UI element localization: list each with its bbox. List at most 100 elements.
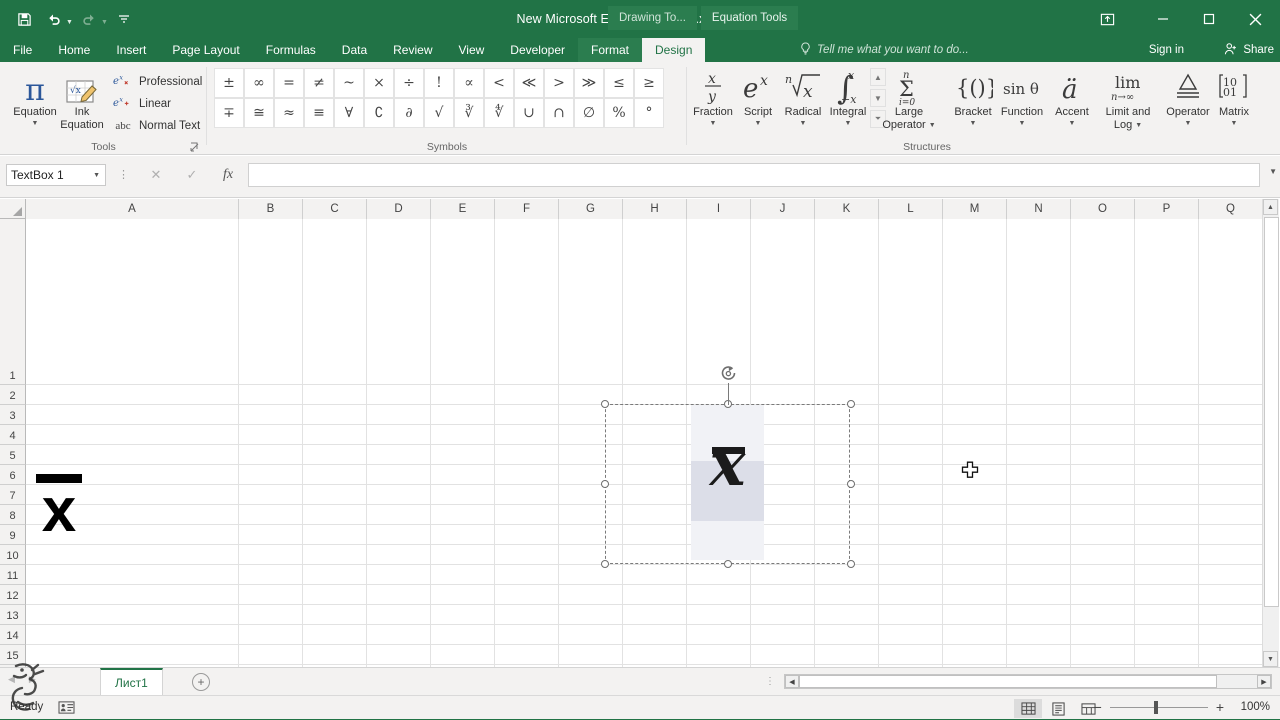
symbol-button-29[interactable]: ° bbox=[634, 98, 664, 128]
page-layout-view-button[interactable] bbox=[1044, 699, 1072, 718]
row-header-12[interactable]: 12 bbox=[0, 585, 26, 605]
cell-O3[interactable] bbox=[1071, 405, 1135, 425]
contextual-tab-drawing-tools[interactable]: Drawing To... bbox=[608, 6, 697, 30]
tab-design[interactable]: Design bbox=[642, 38, 706, 62]
horizontal-scroll-grip[interactable]: ⋮ bbox=[765, 676, 775, 687]
cell-E2[interactable] bbox=[431, 385, 495, 405]
tab-insert[interactable]: Insert bbox=[103, 38, 159, 62]
symbol-button-20[interactable]: ∁ bbox=[364, 98, 394, 128]
resize-handle-middle-right[interactable] bbox=[847, 480, 855, 488]
cell-F5[interactable] bbox=[495, 445, 559, 465]
symbol-button-2[interactable]: = bbox=[274, 68, 304, 98]
zoom-slider-thumb[interactable] bbox=[1153, 700, 1158, 714]
cell-J11[interactable] bbox=[751, 565, 815, 585]
cell-C5[interactable] bbox=[303, 445, 367, 465]
cell-B5[interactable] bbox=[239, 445, 303, 465]
cell-P7[interactable] bbox=[1135, 485, 1199, 505]
cell-B2[interactable] bbox=[239, 385, 303, 405]
limit-and-log-button[interactable]: lim n→∞ Limit and Log ▼ bbox=[1095, 66, 1161, 132]
symbol-button-17[interactable]: ≈ bbox=[274, 98, 304, 128]
cell-K11[interactable] bbox=[815, 565, 879, 585]
integral-button[interactable]: ∫ x −x Integral ▼ bbox=[820, 66, 876, 129]
cell-J2[interactable] bbox=[751, 385, 815, 405]
resize-handle-bottom-center[interactable] bbox=[724, 560, 732, 568]
limit-and-log-dropdown-caret[interactable]: ▼ bbox=[1135, 122, 1142, 130]
fraction-button[interactable]: xy Fraction ▼ bbox=[687, 66, 739, 129]
select-all-corner[interactable] bbox=[0, 199, 26, 219]
cell-C2[interactable] bbox=[303, 385, 367, 405]
cell-C14[interactable] bbox=[303, 625, 367, 645]
cell-G13[interactable] bbox=[559, 605, 623, 625]
symbol-button-12[interactable]: ≫ bbox=[574, 68, 604, 98]
column-header-E[interactable]: E bbox=[431, 199, 495, 219]
row-header-14[interactable]: 14 bbox=[0, 625, 26, 645]
tab-page-layout[interactable]: Page Layout bbox=[159, 38, 252, 62]
confirm-formula-icon[interactable]: ✓ bbox=[174, 164, 210, 186]
cell-G15[interactable] bbox=[559, 645, 623, 665]
bracket-dropdown-caret[interactable]: ▼ bbox=[970, 120, 977, 128]
cell-I11[interactable] bbox=[687, 565, 751, 585]
vertical-scrollbar[interactable]: ▲ ▼ bbox=[1262, 199, 1279, 667]
cell-B10[interactable] bbox=[239, 545, 303, 565]
row-header-7[interactable]: 7 bbox=[0, 485, 26, 505]
cell-A5[interactable] bbox=[26, 445, 239, 465]
sign-in-button[interactable]: Sign in bbox=[1149, 38, 1184, 62]
cell-I13[interactable] bbox=[687, 605, 751, 625]
zoom-in-button[interactable]: + bbox=[1216, 700, 1224, 714]
cell-J13[interactable] bbox=[751, 605, 815, 625]
cell-O1[interactable] bbox=[1071, 219, 1135, 385]
operator-dropdown-caret[interactable]: ▼ bbox=[1185, 120, 1192, 128]
cell-O5[interactable] bbox=[1071, 445, 1135, 465]
cell-L11[interactable] bbox=[879, 565, 943, 585]
tab-file[interactable]: File bbox=[0, 38, 45, 62]
cell-H1[interactable] bbox=[623, 219, 687, 385]
cell-J14[interactable] bbox=[751, 625, 815, 645]
cell-K1[interactable] bbox=[815, 219, 879, 385]
cell-E3[interactable] bbox=[431, 405, 495, 425]
cell-Q9[interactable] bbox=[1199, 525, 1263, 545]
resize-handle-bottom-right[interactable] bbox=[847, 560, 855, 568]
cell-E5[interactable] bbox=[431, 445, 495, 465]
symbol-button-21[interactable]: ∂ bbox=[394, 98, 424, 128]
selected-textbox[interactable]: x bbox=[601, 366, 855, 568]
normal-text-button[interactable]: abc Normal Text bbox=[112, 116, 200, 135]
column-header-H[interactable]: H bbox=[623, 199, 687, 219]
cell-N9[interactable] bbox=[1007, 525, 1071, 545]
cell-Q5[interactable] bbox=[1199, 445, 1263, 465]
symbol-button-10[interactable]: ≪ bbox=[514, 68, 544, 98]
cell-F12[interactable] bbox=[495, 585, 559, 605]
ribbon-display-options-icon[interactable] bbox=[1084, 4, 1130, 34]
cell-Q4[interactable] bbox=[1199, 425, 1263, 445]
accent-button[interactable]: ä Accent ▼ bbox=[1046, 66, 1098, 129]
cell-E11[interactable] bbox=[431, 565, 495, 585]
cell-E14[interactable] bbox=[431, 625, 495, 645]
symbol-button-24[interactable]: ∜ bbox=[484, 98, 514, 128]
column-header-I[interactable]: I bbox=[687, 199, 751, 219]
row-header-10[interactable]: 10 bbox=[0, 545, 26, 565]
cell-C4[interactable] bbox=[303, 425, 367, 445]
cell-M1[interactable] bbox=[943, 219, 1007, 385]
equation-dropdown-caret[interactable]: ▼ bbox=[32, 120, 39, 128]
cell-C1[interactable] bbox=[303, 219, 367, 385]
cell-Q6[interactable] bbox=[1199, 465, 1263, 485]
column-header-B[interactable]: B bbox=[239, 199, 303, 219]
cell-F4[interactable] bbox=[495, 425, 559, 445]
cell-M2[interactable] bbox=[943, 385, 1007, 405]
contextual-tab-equation-tools[interactable]: Equation Tools bbox=[700, 6, 799, 30]
cell-C3[interactable] bbox=[303, 405, 367, 425]
save-icon[interactable] bbox=[10, 6, 38, 32]
tools-dialog-launcher[interactable] bbox=[190, 142, 201, 153]
symbols-gallery[interactable]: ± ∞ = ≠ ~ × ÷! ∝ < ≪ > ≫ ≤ ≥ ∓ ≅ ≈ ≡ ∀ ∁ ∂ √ ∛ ∜ ∪ ∩ ∅% ° bbox=[214, 68, 664, 128]
cell-N14[interactable] bbox=[1007, 625, 1071, 645]
cell-B12[interactable] bbox=[239, 585, 303, 605]
cell-H2[interactable] bbox=[623, 385, 687, 405]
cell-P4[interactable] bbox=[1135, 425, 1199, 445]
resize-handle-bottom-left[interactable] bbox=[601, 560, 609, 568]
column-header-D[interactable]: D bbox=[367, 199, 431, 219]
undo-icon[interactable] bbox=[40, 6, 68, 32]
cell-D2[interactable] bbox=[367, 385, 431, 405]
cell-N6[interactable] bbox=[1007, 465, 1071, 485]
script-dropdown-caret[interactable]: ▼ bbox=[755, 120, 762, 128]
cell-J15[interactable] bbox=[751, 645, 815, 665]
symbol-button-1[interactable]: ∞ bbox=[244, 68, 274, 98]
